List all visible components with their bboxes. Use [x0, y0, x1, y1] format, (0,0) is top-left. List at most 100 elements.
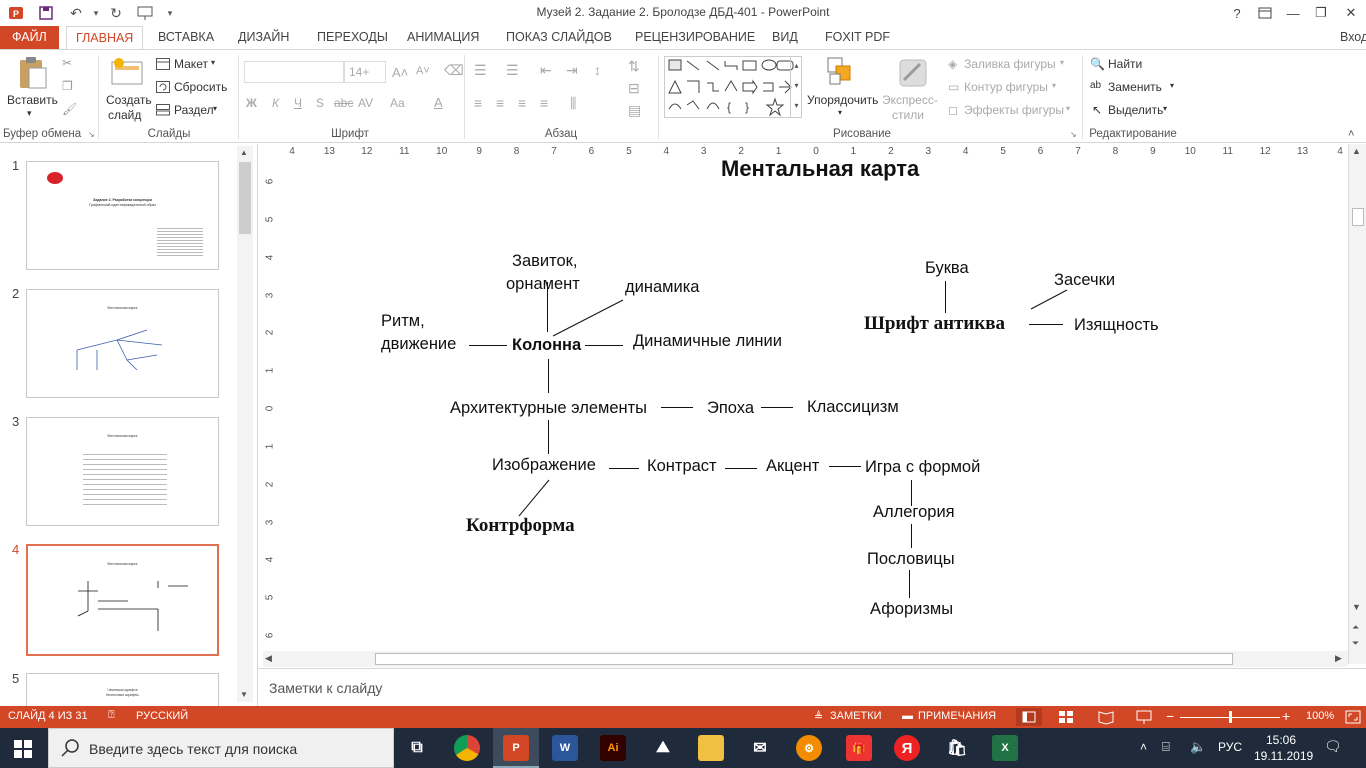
taskbar-search-box[interactable]: Введите здесь текст для поиска [48, 728, 394, 768]
quick-styles-icon[interactable] [896, 56, 930, 91]
network-icon[interactable]: ⌸ [1162, 739, 1170, 755]
align-text-icon[interactable]: ⊟ [628, 80, 640, 97]
text-direction-icon[interactable]: ⇅ [628, 58, 640, 75]
zoom-level[interactable]: 100% [1306, 710, 1334, 722]
shape-outline-icon[interactable]: ▭ [948, 80, 959, 94]
paste-dropdown-icon[interactable]: ▾ [27, 108, 32, 119]
node-igra-s-formoy[interactable]: Игра с формой [865, 458, 980, 477]
slide-thumbnail-3[interactable]: Ментальная карта [26, 417, 219, 526]
slide-counter[interactable]: СЛАЙД 4 ИЗ 31 [8, 710, 88, 722]
tab-review[interactable]: РЕЦЕНЗИРОВАНИЕ [629, 26, 761, 50]
node-kolonna[interactable]: Колонна [512, 336, 581, 355]
node-shrift-antikva[interactable]: Шрифт антиква [864, 313, 1005, 335]
illustrator-icon[interactable]: Ai [600, 735, 626, 761]
node-klassicizm[interactable]: Классицизм [807, 398, 899, 417]
previous-slide-icon[interactable]: ⏶ [1352, 622, 1359, 633]
bullets-icon[interactable]: ☰ [474, 62, 487, 79]
keyboard-language[interactable]: РУС [1218, 740, 1242, 754]
fit-to-window-icon[interactable] [1344, 709, 1362, 728]
shape-outline-dropdown-icon[interactable]: ▾ [1052, 81, 1056, 90]
numbering-icon[interactable]: ☰ [506, 62, 519, 79]
shape-outline-button[interactable]: Контур фигуры [964, 80, 1048, 94]
show-hidden-icons[interactable]: ˄ [1140, 740, 1147, 754]
comments-icon[interactable]: ▬ [902, 710, 913, 722]
tab-insert[interactable]: ВСТАВКА [152, 26, 220, 50]
scroll-thumb[interactable] [1352, 208, 1364, 226]
italic-button[interactable]: К [272, 96, 279, 110]
slide-thumbnail-4[interactable]: Ментальная карта [26, 544, 219, 656]
shape-fill-icon[interactable]: ◈ [948, 57, 957, 71]
close-icon[interactable]: ✕ [1336, 2, 1366, 24]
node-ornament[interactable]: орнамент [506, 275, 580, 294]
node-zavitok[interactable]: Завиток, [512, 252, 577, 271]
mail-icon[interactable]: ✉ [747, 735, 773, 761]
slide-vertical-scrollbar[interactable]: ▲ ▼ ⏶ ⏷ [1348, 144, 1366, 664]
shrink-font-icon[interactable]: A˅ [416, 65, 430, 77]
select-dropdown-icon[interactable]: ▾ [1163, 104, 1167, 113]
section-dropdown-icon[interactable]: ▾ [213, 104, 217, 113]
powerpoint-icon[interactable]: P [503, 735, 529, 761]
node-poslovicy[interactable]: Пословицы [867, 550, 955, 569]
node-ritm[interactable]: Ритм, [381, 312, 425, 331]
grow-font-icon[interactable]: A˄ [392, 65, 408, 80]
collapse-ribbon-icon[interactable]: ˄ [1348, 128, 1354, 140]
node-epoha[interactable]: Эпоха [707, 399, 754, 418]
app-icon[interactable]: ⚙ [796, 735, 822, 761]
slideshow-icon[interactable] [1132, 708, 1156, 729]
replace-dropdown-icon[interactable]: ▾ [1170, 81, 1174, 90]
windows-start-icon[interactable] [14, 740, 32, 761]
quick-styles-button[interactable]: Экспресс- [882, 93, 938, 107]
notes-toggle-button[interactable]: ЗАМЕТКИ [830, 710, 882, 722]
node-dinamichnye-linii[interactable]: Динамичные линии [633, 332, 782, 351]
tab-transitions[interactable]: ПЕРЕХОДЫ [311, 26, 394, 50]
slide-horizontal-scrollbar[interactable]: ◀ ▶ [263, 651, 1348, 667]
smartart-icon[interactable]: ▤ [628, 102, 641, 119]
scroll-down-icon[interactable]: ▼ [240, 690, 248, 699]
shape-fill-dropdown-icon[interactable]: ▾ [1060, 58, 1064, 67]
slide-canvas[interactable]: Ментальная карта Завиток, орнамент динам… [287, 160, 1348, 652]
new-slide-button[interactable]: Создать [106, 93, 152, 107]
strikethrough-button[interactable]: abc [334, 96, 353, 110]
notes-placeholder[interactable]: Заметки к слайду [269, 680, 382, 696]
align-left-icon[interactable]: ≡ [474, 95, 482, 111]
store-icon[interactable]: 🛍 [944, 735, 970, 761]
excel-icon[interactable]: X [992, 735, 1018, 761]
volume-icon[interactable]: 🔈 [1190, 739, 1206, 755]
tab-design[interactable]: ДИЗАЙН [232, 26, 295, 50]
comments-button[interactable]: ПРИМЕЧАНИЯ [918, 710, 996, 722]
paste-button[interactable]: Вставить [7, 93, 58, 107]
section-icon[interactable] [156, 104, 170, 119]
drawing-launcher-icon[interactable]: ↘ [1070, 130, 1077, 139]
reset-icon[interactable] [156, 81, 170, 96]
word-icon[interactable]: W [552, 735, 578, 761]
sign-in-link[interactable]: Вход [1334, 26, 1366, 50]
task-view-icon[interactable]: ⧉ [404, 735, 430, 761]
node-bukva[interactable]: Буква [925, 259, 969, 278]
ribbon-display-options-icon[interactable] [1250, 2, 1280, 24]
replace-icon[interactable]: ab [1090, 80, 1101, 91]
node-allegoria[interactable]: Аллегория [873, 503, 955, 522]
tab-foxit-pdf[interactable]: FOXIT PDF [819, 26, 896, 50]
node-izobrazhenie[interactable]: Изображение [492, 456, 596, 475]
bold-button[interactable]: Ж [246, 96, 257, 110]
zoom-slider-thumb[interactable] [1229, 711, 1232, 723]
gift-icon[interactable]: 🎁 [846, 735, 872, 761]
scroll-left-icon[interactable]: ◀ [265, 653, 272, 664]
underline-button[interactable]: Ч [294, 96, 302, 110]
reading-view-icon[interactable] [1094, 708, 1118, 729]
new-slide-label-2[interactable]: слайд [108, 108, 141, 122]
arrange-dropdown-icon[interactable]: ▾ [838, 108, 842, 117]
clock-time[interactable]: 15:06 [1266, 733, 1296, 747]
vertical-ruler[interactable]: 6 5 4 3 2 1 0 1 2 3 4 5 6 [263, 166, 277, 650]
arrange-button[interactable]: Упорядочить [807, 93, 878, 107]
notifications-icon[interactable]: 🗨 [1324, 738, 1342, 755]
node-kontrforma[interactable]: Контрформа [466, 515, 575, 537]
zoom-out-button[interactable]: − [1166, 708, 1174, 724]
node-akcent[interactable]: Акцент [766, 457, 819, 476]
font-color-icon[interactable]: A [434, 95, 443, 110]
slide-sorter-icon[interactable] [1054, 708, 1078, 729]
find-button[interactable]: Найти [1108, 57, 1142, 71]
notes-pane[interactable]: Заметки к слайду [258, 668, 1366, 706]
scroll-up-icon[interactable]: ▲ [240, 148, 248, 157]
node-kontrast[interactable]: Контраст [647, 457, 717, 476]
